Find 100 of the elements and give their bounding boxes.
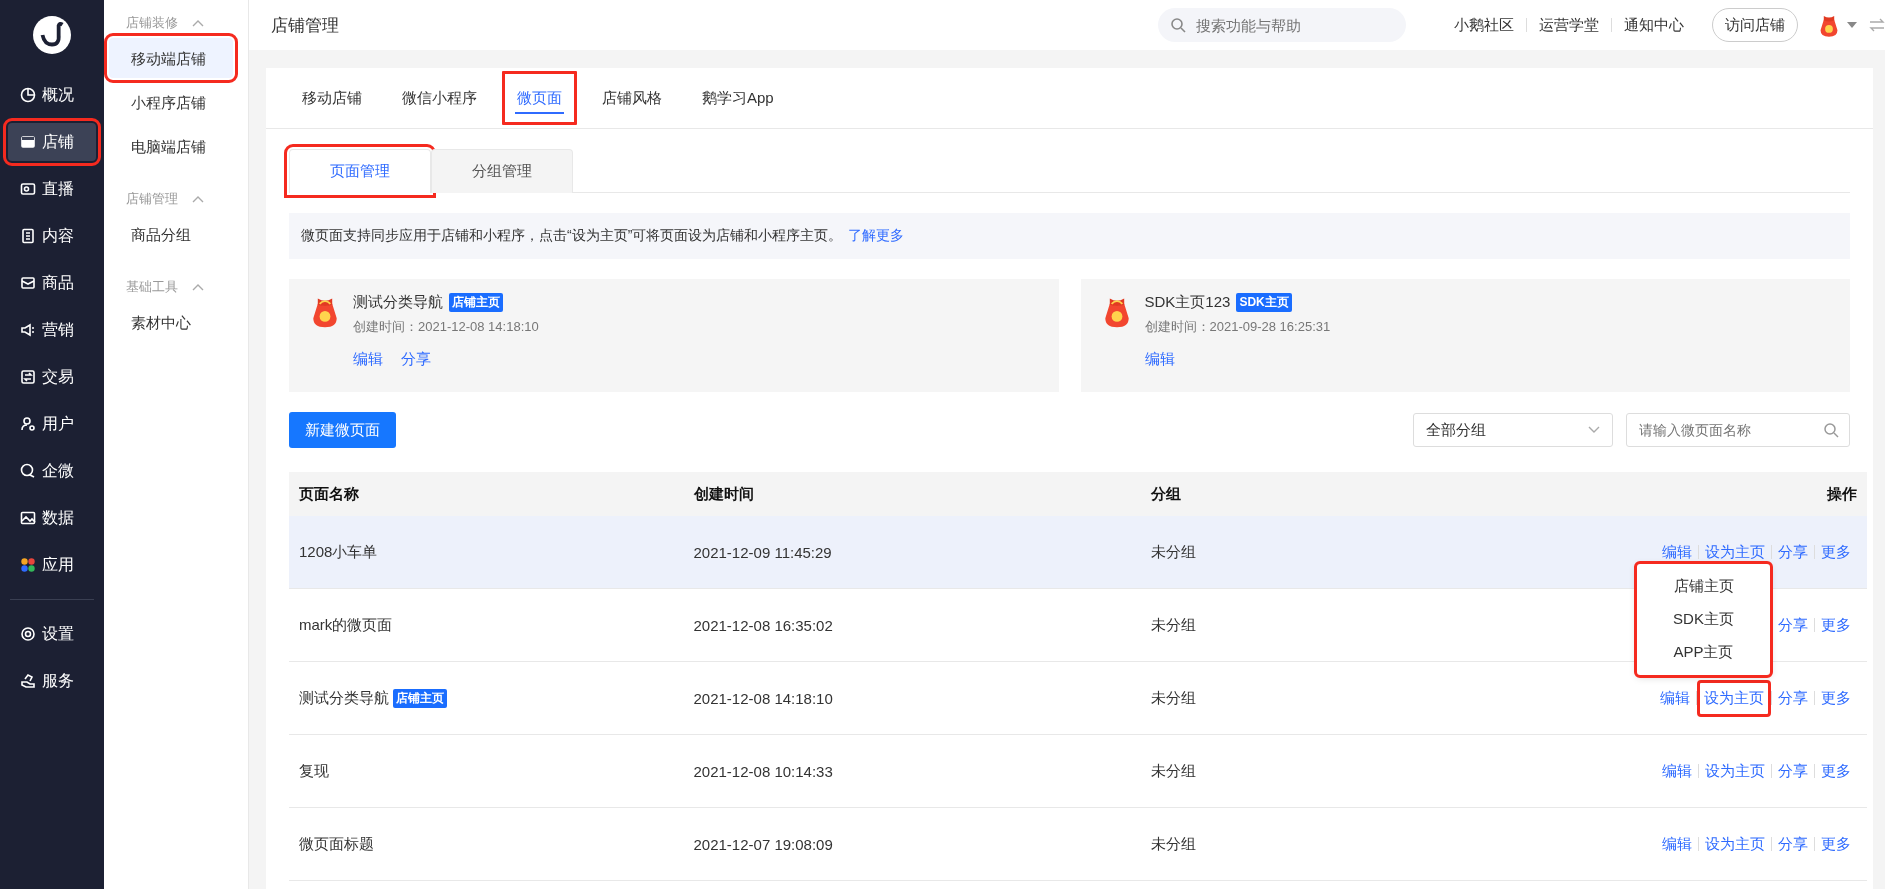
header-link[interactable]: 运营学堂 [1527,15,1611,35]
tab[interactable]: 微页面 [499,68,580,128]
action-link[interactable]: 分享 [1772,542,1814,562]
column-header: 操作 [1827,484,1857,502]
chevron-up-icon[interactable] [192,19,204,27]
action-link[interactable]: 更多 [1815,688,1857,708]
nav-item[interactable]: 营销 [8,311,96,349]
pie-chart-icon [20,87,36,103]
table-cell: 测试分类导航 [299,688,389,708]
homepage-badge: 店铺主页 [449,293,503,312]
notice-text: 微页面支持同步应用于店铺和小程序，点击“设为主页”可将页面设为店铺和小程序主页。 了解更多 [289,213,1850,259]
nav-item[interactable]: 直播 [8,170,96,208]
action-link[interactable]: 更多 [1815,761,1857,781]
tab[interactable]: 店铺风格 [584,68,680,128]
action-link[interactable]: 分享 [1772,615,1814,635]
speaker-icon [20,322,36,338]
header-link[interactable]: 小鹅社区 [1442,15,1526,35]
table-cell: 微页面标题 [299,834,374,854]
action-link[interactable]: 编辑 [1144,350,1175,369]
subnav-item[interactable]: 商品分组 [109,214,233,254]
action-link[interactable]: 编辑 [1656,542,1698,562]
nav-item[interactable]: 用户 [8,405,96,443]
header-link[interactable]: 通知中心 [1612,15,1696,35]
group-title: 店铺装修 [126,14,178,32]
homepage-badge: 店铺主页 [393,688,447,708]
tab[interactable]: 分组管理 [431,149,573,193]
page-name: 测试分类导航 [353,293,443,312]
group-select[interactable]: 全部分组 [1413,413,1613,447]
visit-store-button[interactable]: 访问店铺 [1712,8,1798,42]
column-header: 页面名称 [299,484,359,502]
nav-item[interactable]: 应用 [8,546,96,584]
subnav-item[interactable]: 素材中心 [109,302,233,342]
document-icon [20,228,36,244]
menu-item[interactable]: 店铺主页 [1637,570,1770,603]
search-icon [1823,422,1839,438]
action-link[interactable]: 编辑 [1656,834,1698,854]
caret-icon[interactable] [1847,21,1857,29]
nav-item[interactable]: 商品 [8,264,96,302]
image-icon [20,510,36,526]
action-link[interactable]: 编辑 [353,350,383,369]
chevron-up-icon[interactable] [192,283,204,291]
created-time: 创建时间：2021-09-28 16:25:31 [1144,318,1331,336]
action-link[interactable]: 编辑 [1654,688,1696,708]
table-cell: mark的微页面 [299,615,393,635]
table-cell: 未分组 [1151,542,1197,560]
exchange-icon [20,369,36,385]
subnav-item[interactable]: 电脑端店铺 [109,126,233,166]
learn-more-link[interactable]: 了解更多 [848,227,905,245]
search-icon [1170,17,1186,33]
group-title: 店铺管理 [126,190,178,208]
swap-icon[interactable] [1869,18,1885,32]
camera-icon [20,181,36,197]
nav-item[interactable]: 概况 [8,76,96,114]
table-cell: 2021-12-08 14:18:10 [693,689,833,707]
create-page-button[interactable]: 新建微页面 [289,412,396,448]
search-field[interactable]: 搜索功能与帮助 [1158,8,1406,42]
apps-icon [20,557,36,573]
action-link[interactable]: 设为主页 [1699,542,1771,562]
table-cell: 未分组 [1151,688,1197,706]
chat-icon [20,463,36,479]
table-cell: 未分组 [1151,761,1197,779]
table-cell: 2021-12-09 11:45:29 [693,543,832,561]
action-link[interactable]: 分享 [1772,688,1814,708]
menu-item[interactable]: SDK主页 [1637,603,1770,636]
menu-item[interactable]: APP主页 [1637,636,1770,669]
action-link[interactable]: 更多 [1815,542,1857,562]
search-field[interactable]: 请输入微页面名称 [1626,413,1850,447]
tab[interactable]: 移动店铺 [284,68,380,128]
group-title: 基础工具 [126,278,178,296]
tab[interactable]: 鹅学习App [684,68,792,128]
logo [33,16,71,54]
action-link[interactable]: 分享 [1772,834,1814,854]
page-title: 店铺管理 [271,14,339,37]
nav-item[interactable]: 企微 [8,452,96,490]
column-header: 分组 [1151,484,1182,502]
action-link[interactable]: 设为主页 [1699,834,1771,854]
tab[interactable]: 微信小程序 [384,68,495,128]
page-name: SDK主页123 [1144,293,1231,312]
chevron-down-icon [1588,426,1600,434]
search-input[interactable]: 搜索功能与帮助 [1194,15,1378,35]
store-icon [20,134,36,150]
nav-item[interactable]: 数据 [8,499,96,537]
table-cell: 1208小车单 [299,542,378,562]
nav-item[interactable]: 内容 [8,217,96,255]
action-link[interactable]: 设为主页 [1697,679,1771,717]
action-link[interactable]: 分享 [1772,761,1814,781]
action-link[interactable]: 编辑 [1656,761,1698,781]
nav-item[interactable]: 交易 [8,358,96,396]
subnav-item[interactable]: 小程序店铺 [109,82,233,122]
action-link[interactable]: 更多 [1815,615,1857,635]
column-header: 创建时间 [693,484,754,502]
homepage-badge: SDK主页 [1236,293,1292,312]
action-link[interactable]: 设为主页 [1699,761,1771,781]
table-cell: 未分组 [1151,615,1197,633]
nav-item[interactable]: 设置 [8,615,96,653]
action-link[interactable]: 更多 [1815,834,1857,854]
action-link[interactable]: 分享 [401,350,431,369]
nav-item[interactable]: 服务 [8,662,96,700]
chevron-up-icon[interactable] [192,195,204,203]
box-icon [20,275,36,291]
